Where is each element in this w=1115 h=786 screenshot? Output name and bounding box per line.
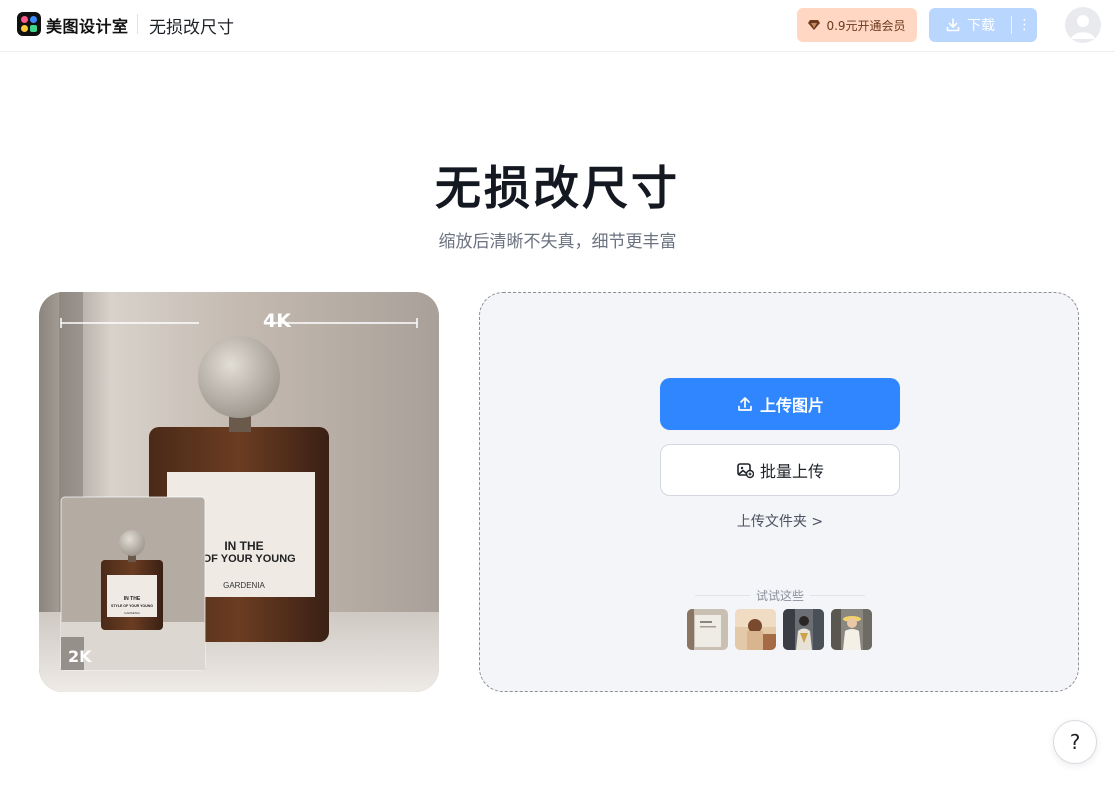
- header-divider: [137, 14, 138, 34]
- user-icon: [1071, 15, 1095, 39]
- more-options-icon[interactable]: ⋮: [1012, 8, 1037, 42]
- sample-thumbnail-1: [687, 609, 728, 650]
- brand-logo-icon[interactable]: [17, 12, 41, 36]
- vip-button-label: 0.9元开通会员: [826, 18, 906, 33]
- resolution-2k-label: 2K: [68, 647, 92, 666]
- sample-images: [687, 609, 877, 651]
- sample-thumbnail-3: [783, 609, 824, 650]
- page-subtitle: 缩放后清晰不失真，细节更丰富: [438, 232, 677, 252]
- perfume-preview-image: IN THE E OF YOUR YOUNG GARDENIA IN THE S…: [39, 292, 439, 692]
- download-button-label: 下载: [967, 18, 995, 34]
- brand-name[interactable]: 美图设计室: [46, 13, 129, 37]
- help-button[interactable]: ?: [1053, 720, 1097, 764]
- sample-image-4[interactable]: [831, 609, 872, 650]
- sample-thumbnail-4: [831, 609, 872, 650]
- upload-dropzone[interactable]: 上传图片 批量上传 上传文件夹 > 试试这些: [479, 292, 1079, 692]
- large-bottle-label-2: E OF YOUR YOUNG: [192, 553, 296, 565]
- large-bottle-label-1: IN THE: [224, 539, 263, 553]
- upload-icon: [738, 397, 752, 411]
- batch-upload-button[interactable]: 批量上传: [660, 444, 900, 496]
- upload-image-button[interactable]: 上传图片: [660, 378, 900, 430]
- diamond-icon: [808, 20, 821, 30]
- tool-title: 无损改尺寸: [149, 18, 234, 38]
- upload-image-label: 上传图片: [759, 396, 824, 415]
- download-button[interactable]: 下载: [929, 8, 1011, 42]
- try-these-label: 试试这些: [756, 588, 805, 603]
- user-avatar[interactable]: [1065, 7, 1101, 43]
- small-bottle-label-1: IN THE: [124, 596, 141, 602]
- sample-image-3[interactable]: [783, 609, 824, 650]
- small-bottle-label-2: STYLE OF YOUR YOUNG: [111, 604, 153, 608]
- large-bottle-label-3: GARDENIA: [223, 581, 265, 590]
- sample-thumbnail-2: [735, 609, 776, 650]
- sample-image-1[interactable]: [687, 609, 728, 650]
- small-bottle-label-3: GARDENIA: [124, 611, 140, 615]
- before-after-preview: IN THE E OF YOUR YOUNG GARDENIA IN THE S…: [39, 292, 439, 692]
- upload-folder-link[interactable]: 上传文件夹 >: [480, 511, 1080, 531]
- vip-button[interactable]: 0.9元开通会员: [797, 8, 917, 42]
- download-button-group: 下载 ⋮: [929, 8, 1037, 42]
- sample-image-2[interactable]: [735, 609, 776, 650]
- page-title: 无损改尺寸: [435, 161, 680, 215]
- resolution-4k-label: 4K: [263, 310, 291, 332]
- image-stack-icon: [737, 463, 754, 479]
- batch-upload-label: 批量上传: [759, 462, 824, 481]
- download-icon: [946, 18, 960, 32]
- try-these-divider: 试试这些: [695, 588, 866, 603]
- top-bar: 美图设计室 无损改尺寸 0.9元开通会员 下载 ⋮: [0, 0, 1115, 52]
